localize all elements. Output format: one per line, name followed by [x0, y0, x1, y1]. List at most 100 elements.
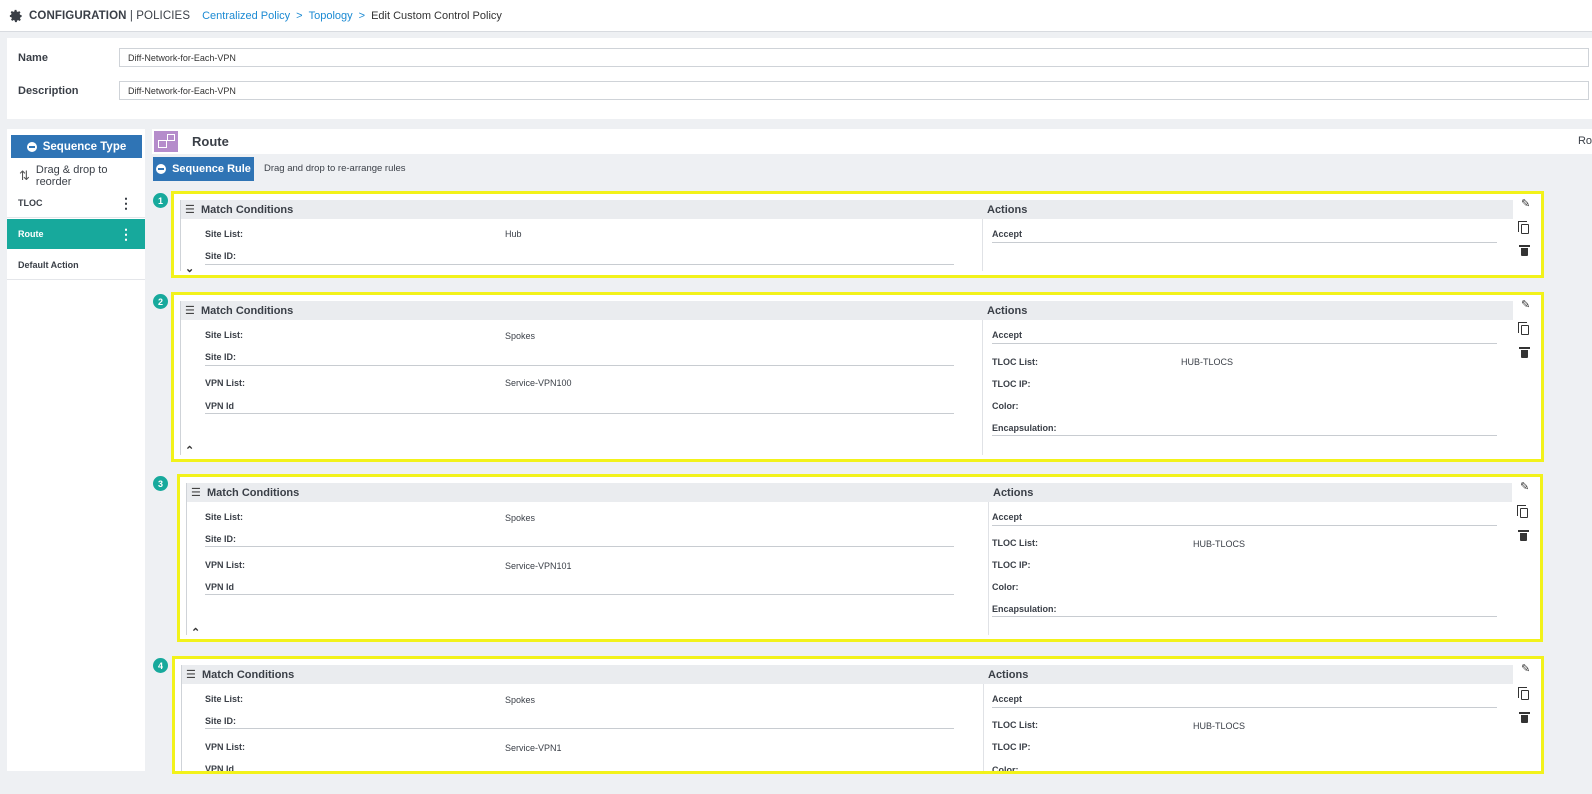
match-field-label: Site List: — [205, 512, 244, 522]
match-field-label: VPN List: — [205, 560, 246, 570]
edit-icon[interactable] — [1521, 662, 1530, 675]
match-field-value: Hub — [505, 229, 522, 239]
route-policy-icon — [154, 131, 178, 152]
sidebar-item-tloc[interactable]: TLOC ⋮ — [7, 188, 145, 218]
trash-icon[interactable] — [1518, 530, 1529, 541]
sequence-type-label: Sequence Type — [42, 140, 127, 153]
sequence-rule-3[interactable]: ☰ Match Conditions Actions Site List: Sp… — [177, 474, 1543, 642]
rule-content: ☰ Match Conditions Actions Site List: Sp… — [186, 483, 1512, 639]
field-underline — [992, 343, 1497, 344]
action-field-label: TLOC List: — [992, 720, 1038, 730]
action-field-label: Encapsulation: — [992, 604, 1057, 614]
sidebar-item-route[interactable]: Route ⋮ — [7, 219, 145, 249]
action-field-label: Encapsulation: — [992, 423, 1057, 433]
page-header-title: CONFIGURATION | POLICIES — [29, 10, 190, 22]
copy-icon[interactable] — [1518, 221, 1529, 234]
match-field-value: Service-VPN1 — [505, 743, 562, 753]
name-input[interactable] — [119, 48, 1589, 67]
action-field-label: Accept — [992, 694, 1023, 704]
kebab-menu-icon[interactable]: ⋮ — [119, 227, 133, 241]
sequence-sidebar: Sequence Type ⇅ Drag & drop to reorder T… — [7, 129, 145, 771]
actions-heading: Actions — [988, 669, 1029, 681]
column-divider — [983, 684, 984, 771]
edit-icon[interactable] — [1521, 197, 1530, 210]
sidebar-item-default-action[interactable]: Default Action — [7, 250, 145, 280]
copy-icon[interactable] — [1517, 505, 1528, 518]
header-title-separator: | — [126, 9, 137, 22]
edit-icon[interactable] — [1520, 480, 1529, 493]
field-underline — [205, 264, 954, 265]
section-title: Route — [192, 134, 229, 149]
action-field-value: HUB-TLOCS — [1181, 357, 1234, 367]
drag-handle-icon[interactable]: ☰ — [191, 486, 201, 499]
gear-icon — [9, 9, 22, 22]
sidebar-item-label: Default Action — [18, 259, 79, 270]
rule-header: ☰ Match Conditions Actions — [182, 665, 1513, 684]
chevron-up-icon[interactable]: ⌃ — [191, 626, 200, 639]
breadcrumb-topology[interactable]: Topology — [309, 10, 353, 22]
drag-reorder-hint: ⇅ Drag & drop to reorder — [19, 164, 145, 188]
edit-icon[interactable] — [1521, 298, 1530, 311]
name-row: Name — [7, 48, 1589, 67]
field-underline — [205, 728, 954, 729]
chevron-up-icon[interactable]: ⌃ — [185, 444, 194, 457]
match-field-label: Site List: — [205, 229, 244, 239]
field-underline — [992, 616, 1497, 617]
drag-handle-icon[interactable]: ☰ — [185, 304, 195, 317]
trash-icon[interactable] — [1519, 347, 1530, 358]
header-title-main: CONFIGURATION — [29, 9, 127, 22]
field-underline — [205, 546, 954, 547]
rule-header: ☰ Match Conditions Actions — [181, 301, 1513, 320]
match-field-label: Site ID: — [205, 352, 237, 362]
action-field-value: HUB-TLOCS — [1193, 539, 1246, 549]
drag-handle-icon[interactable]: ☰ — [186, 668, 196, 681]
trash-icon[interactable] — [1519, 712, 1530, 723]
breadcrumb-centralized-policy[interactable]: Centralized Policy — [202, 10, 290, 22]
action-field-label: Accept — [992, 330, 1023, 340]
action-field-label: TLOC List: — [992, 357, 1038, 367]
actions-heading: Actions — [987, 305, 1028, 317]
description-input[interactable] — [119, 81, 1589, 100]
minus-circle-icon — [26, 141, 37, 152]
drag-handle-icon[interactable]: ☰ — [185, 203, 195, 216]
action-field-label: TLOC IP: — [992, 560, 1031, 570]
match-conditions-heading: Match Conditions — [201, 204, 294, 216]
sequence-type-button[interactable]: Sequence Type — [11, 135, 142, 158]
action-field-label: Accept — [992, 229, 1023, 239]
reorder-arrows-icon: ⇅ — [19, 168, 30, 183]
match-field-label: VPN List: — [205, 378, 246, 388]
match-conditions-heading: Match Conditions — [201, 305, 294, 317]
action-field-label: Color: — [992, 401, 1019, 411]
copy-icon[interactable] — [1518, 687, 1529, 700]
trash-icon[interactable] — [1519, 245, 1530, 256]
rule-number-badge: 1 — [153, 193, 168, 208]
rule-header: ☰ Match Conditions Actions — [181, 200, 1513, 219]
match-conditions-heading: Match Conditions — [207, 487, 300, 499]
sequence-rule-2[interactable]: ☰ Match Conditions Actions Site List: Sp… — [171, 292, 1544, 462]
match-field-label: VPN Id — [205, 401, 235, 411]
rule-header: ☰ Match Conditions Actions — [187, 483, 1512, 502]
header-title-sub: POLICIES — [136, 9, 191, 22]
match-field-label: Site ID: — [205, 534, 237, 544]
column-divider — [982, 320, 983, 455]
sequence-rule-hint: Drag and drop to re-arrange rules — [264, 163, 406, 174]
copy-icon[interactable] — [1518, 322, 1529, 335]
action-field-label: TLOC IP: — [992, 379, 1031, 389]
kebab-menu-icon[interactable]: ⋮ — [119, 196, 133, 210]
field-underline — [205, 413, 954, 414]
section-right-label: Ro — [1577, 135, 1592, 147]
sequence-rule-button[interactable]: Sequence Rule — [153, 157, 254, 181]
match-field-label: VPN Id — [205, 582, 235, 592]
field-underline — [992, 525, 1497, 526]
sequence-rule-4[interactable]: ☰ Match Conditions Actions Site List: Sp… — [172, 656, 1544, 774]
route-section-header: Route Ro — [152, 129, 1592, 154]
rule-content: ☰ Match Conditions Actions Site List: Sp… — [180, 301, 1513, 457]
sequence-rule-label: Sequence Rule — [172, 163, 251, 175]
match-field-label: VPN List: — [205, 742, 246, 752]
top-bar: CONFIGURATION | POLICIES Centralized Pol… — [0, 0, 1592, 32]
sequence-rule-1[interactable]: ☰ Match Conditions Actions Site List: Hu… — [171, 191, 1544, 278]
chevron-down-icon[interactable]: ⌄ — [185, 262, 194, 275]
actions-heading: Actions — [993, 487, 1034, 499]
breadcrumb-separator: > — [296, 9, 303, 22]
rule-content: ☰ Match Conditions Actions Site List: Hu… — [180, 200, 1513, 275]
